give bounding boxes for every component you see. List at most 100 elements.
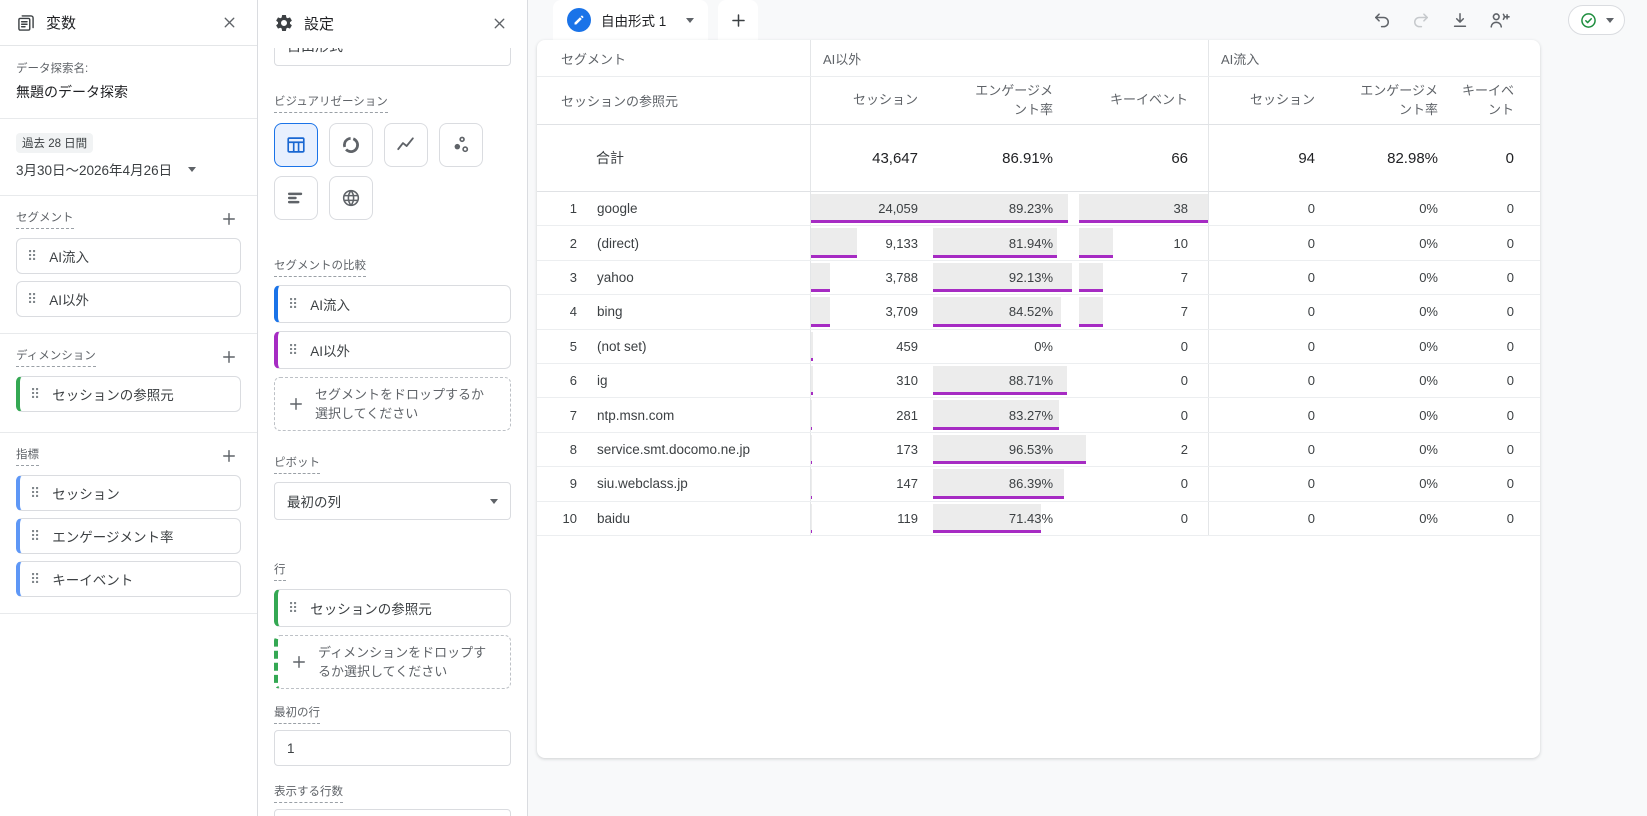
variables-panel-header: 変数: [0, 0, 257, 46]
table-cell: 0: [1079, 364, 1208, 397]
row-dimension-chip[interactable]: ⠿ セッションの参照元: [274, 589, 511, 627]
table-row: 3 yahoo 3,788 92.13% 7 0 0% 0: [537, 260, 1540, 296]
drag-handle-icon[interactable]: ⠿: [27, 249, 37, 263]
totals-cell: 86.91%: [933, 125, 1079, 191]
add-segment-button[interactable]: [217, 207, 241, 231]
dimension-chip[interactable]: ⠿ セッションの参照元: [16, 376, 241, 412]
redo-button[interactable]: [1409, 8, 1433, 32]
value-bar: [1079, 228, 1113, 258]
metric-column-header[interactable]: セッション: [1208, 77, 1330, 124]
undo-icon: [1375, 13, 1389, 28]
row-rank: 1: [569, 201, 577, 217]
cell-value: 119: [897, 510, 918, 526]
table-row: 6 ig 310 88.71% 0 0 0% 0: [537, 363, 1540, 399]
segment-chip[interactable]: ⠿ AI流入: [16, 238, 241, 274]
viz-geo-button[interactable]: [329, 176, 373, 220]
first-row-input[interactable]: [274, 730, 511, 766]
metric-chip[interactable]: ⠿ キーイベント: [16, 561, 241, 597]
table-row: 9 siu.webclass.jp 147 86.39% 0 0 0% 0: [537, 467, 1540, 502]
cell-value: 0: [1180, 476, 1188, 492]
segment-group-header[interactable]: AI以外: [810, 40, 1208, 76]
totals-cell: 43,647: [810, 125, 933, 191]
cell-value: 0%: [1419, 510, 1438, 526]
cell-value: 0: [1307, 441, 1315, 457]
cell-value: 0: [1307, 338, 1315, 354]
add-tab-button[interactable]: [718, 0, 758, 40]
drag-handle-icon[interactable]: ⠿: [288, 343, 298, 357]
metric-column-header[interactable]: セッション: [810, 77, 933, 124]
drag-handle-icon[interactable]: ⠿: [30, 387, 40, 401]
bar-chart-icon: [287, 192, 303, 204]
metric-column-header[interactable]: キーイベント: [1458, 77, 1540, 124]
metric-chip-label: キーイベント: [52, 573, 134, 588]
technique-select-clipped[interactable]: 自由形式: [274, 48, 511, 66]
tab-freeform-1[interactable]: 自由形式 1: [553, 0, 709, 40]
segment-group-header[interactable]: AI流入: [1208, 40, 1540, 76]
exploration-name-value[interactable]: 無題のデータ探索: [16, 82, 241, 102]
row-count-select[interactable]: 10: [274, 809, 511, 816]
drag-handle-icon[interactable]: ⠿: [30, 572, 40, 586]
segment-comparison-chip[interactable]: ⠿ AI流入: [274, 285, 511, 323]
metric-chip[interactable]: ⠿ エンゲージメント率: [16, 518, 241, 554]
drag-handle-icon[interactable]: ⠿: [288, 297, 298, 311]
value-bar: [811, 331, 814, 361]
table-row: 4 bing 3,709 84.52% 7 0 0% 0: [537, 295, 1540, 330]
tab-menu-caret[interactable]: [686, 17, 695, 23]
row-label-cell: 1 google: [537, 192, 810, 225]
undo-button[interactable]: [1370, 8, 1394, 32]
cell-value: 7: [1180, 269, 1188, 285]
drag-handle-icon[interactable]: ⠿: [30, 529, 40, 543]
pivot-select[interactable]: 最初の列: [274, 482, 511, 520]
drag-handle-icon[interactable]: ⠿: [30, 486, 40, 500]
viz-scatter-button[interactable]: [439, 123, 483, 167]
variables-panel: 変数 データ探索名: 無題のデータ探索 過去 28 日間 3月30日～2026年…: [0, 0, 258, 816]
cell-value: 147: [896, 476, 918, 492]
metric-chip[interactable]: ⠿ セッション: [16, 475, 241, 511]
cell-value: 0: [1506, 269, 1514, 285]
add-dimension-button[interactable]: [217, 345, 241, 369]
table-cell: 0%: [1330, 467, 1458, 500]
segments-label: セグメント: [16, 209, 74, 229]
row-label-cell: 9 siu.webclass.jp: [537, 467, 810, 500]
drag-handle-icon[interactable]: ⠿: [288, 601, 298, 615]
viz-table-button[interactable]: [274, 123, 318, 167]
row-label-cell: 8 service.smt.docomo.ne.jp: [537, 433, 810, 466]
table-cell: 0: [1458, 398, 1540, 431]
totals-cell: 0: [1458, 125, 1540, 191]
close-variables-button[interactable]: [217, 11, 241, 35]
dimension-column-header[interactable]: セッションの参照元: [537, 77, 810, 124]
segment-comparison-chip[interactable]: ⠿ AI以外: [274, 331, 511, 369]
drag-handle-icon[interactable]: ⠿: [27, 292, 37, 306]
cell-value: 173: [896, 441, 918, 457]
donut-chart-icon: [343, 137, 359, 153]
viz-bar-button[interactable]: [274, 176, 318, 220]
download-button[interactable]: [1448, 8, 1472, 32]
redo-icon: [1414, 13, 1428, 28]
viz-donut-button[interactable]: [329, 123, 373, 167]
add-metric-button[interactable]: [217, 444, 241, 468]
cell-value: 0: [1506, 476, 1514, 492]
close-settings-button[interactable]: [487, 11, 511, 35]
dimension-drop-zone[interactable]: ディメンションをドロップするか選択してください: [274, 635, 511, 689]
table-cell: 0: [1208, 363, 1330, 398]
scatter-chart-icon: [454, 136, 469, 153]
rows-dimension-list: ⠿ セッションの参照元: [274, 589, 511, 627]
segment-drop-zone[interactable]: セグメントをドロップするか選択してください: [274, 377, 511, 431]
cell-value: 0: [1506, 235, 1514, 251]
date-range-selector[interactable]: 過去 28 日間 3月30日～2026年4月26日: [0, 119, 257, 196]
cell-value: 10: [1173, 235, 1188, 251]
table-cell: 89.23%: [933, 192, 1079, 225]
share-button[interactable]: [1487, 8, 1511, 32]
segment-chip[interactable]: ⠿ AI以外: [16, 281, 241, 317]
plus-icon: [223, 351, 235, 363]
metric-column-header[interactable]: エンゲージメ ント率: [933, 77, 1079, 124]
table-cell: 0%: [1330, 261, 1458, 294]
metric-column-header[interactable]: キーイベント: [1079, 77, 1208, 124]
status-menu-button[interactable]: [1568, 5, 1625, 35]
metric-column-header[interactable]: エンゲージメ ント率: [1330, 77, 1458, 124]
viz-line-button[interactable]: [384, 123, 428, 167]
first-row-label: 最初の行: [274, 704, 320, 724]
cell-value: 9,133: [885, 235, 918, 251]
cell-value: 3,788: [885, 269, 918, 285]
cell-value: 92.13%: [1008, 269, 1053, 285]
